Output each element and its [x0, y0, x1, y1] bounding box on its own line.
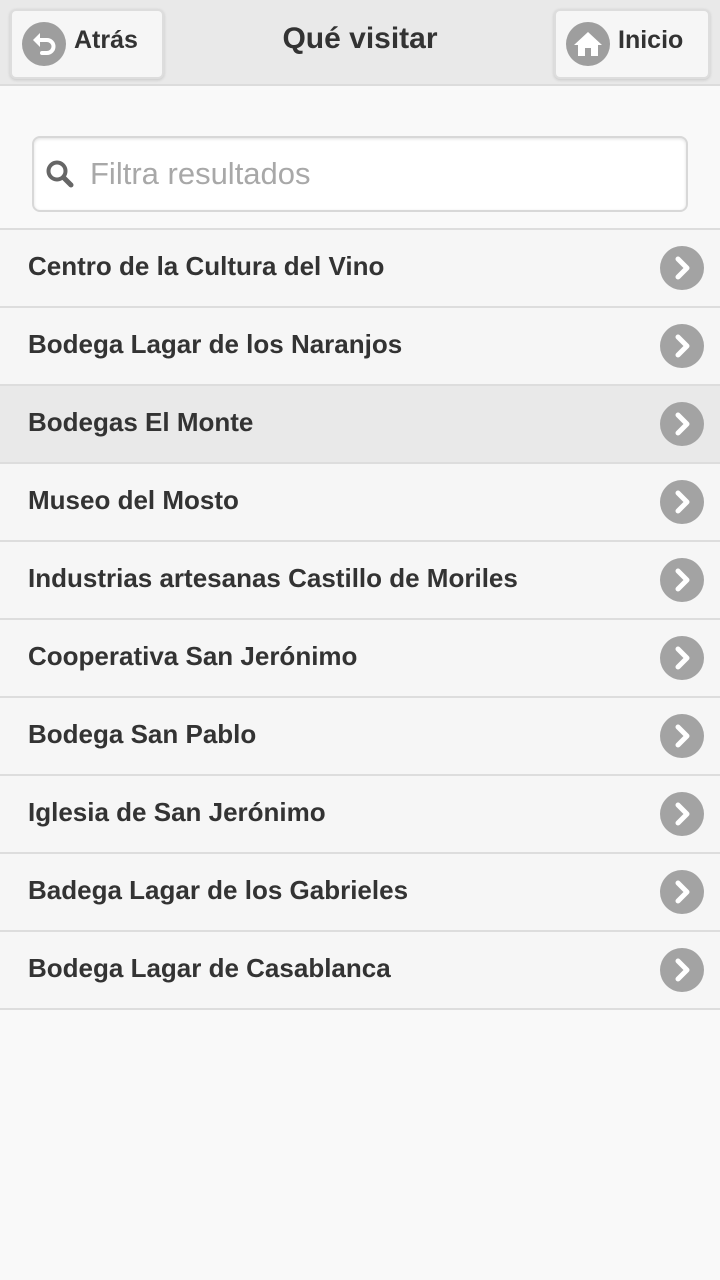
list-item-label: Cooperativa San Jerónimo: [28, 641, 358, 671]
chevron-right-icon: [660, 480, 704, 524]
list-item[interactable]: Bodegas El Monte: [0, 386, 720, 464]
list-item[interactable]: Iglesia de San Jerónimo: [0, 776, 720, 854]
list-item[interactable]: Cooperativa San Jerónimo: [0, 620, 720, 698]
chevron-right-icon: [660, 246, 704, 290]
list-item-label: Museo del Mosto: [28, 485, 239, 515]
list-item[interactable]: Bodega Lagar de los Naranjos: [0, 308, 720, 386]
home-button[interactable]: Inicio: [554, 9, 710, 79]
list-item[interactable]: Bodega San Pablo: [0, 698, 720, 776]
search-box[interactable]: [32, 136, 688, 212]
list-item-label: Centro de la Cultura del Vino: [28, 251, 385, 281]
list-item-label: Badega Lagar de los Gabrieles: [28, 875, 409, 905]
list-item-label: Bodega Lagar de Casablanca: [28, 953, 391, 983]
chevron-right-icon: [660, 558, 704, 602]
home-button-label: Inicio: [618, 25, 684, 54]
chevron-right-icon: [660, 324, 704, 368]
list-item-label: Industrias artesanas Castillo de Moriles: [28, 563, 518, 593]
list-item[interactable]: Industrias artesanas Castillo de Moriles: [0, 542, 720, 620]
list-item[interactable]: Museo del Mosto: [0, 464, 720, 542]
search-icon: [44, 158, 76, 190]
list-item-label: Bodegas El Monte: [28, 407, 254, 437]
chevron-right-icon: [660, 714, 704, 758]
back-button[interactable]: Atrás: [10, 9, 164, 79]
list-item[interactable]: Bodega Lagar de Casablanca: [0, 932, 720, 1010]
home-icon: [566, 22, 610, 66]
back-button-label: Atrás: [74, 25, 138, 54]
places-list: Centro de la Cultura del Vino Bodega Laga…: [0, 228, 720, 1010]
chevron-right-icon: [660, 792, 704, 836]
chevron-right-icon: [660, 948, 704, 992]
search-input[interactable]: [90, 148, 670, 200]
header-bar: Atrás Qué visitar Inicio: [0, 0, 720, 86]
list-item-label: Iglesia de San Jerónimo: [28, 797, 326, 827]
list-item-label: Bodega Lagar de los Naranjos: [28, 329, 403, 359]
list-item-label: Bodega San Pablo: [28, 719, 257, 749]
undo-arrow-icon: [22, 22, 66, 66]
list-item[interactable]: Badega Lagar de los Gabrieles: [0, 854, 720, 932]
list-item[interactable]: Centro de la Cultura del Vino: [0, 230, 720, 308]
page-title: Qué visitar: [282, 22, 438, 55]
chevron-right-icon: [660, 870, 704, 914]
chevron-right-icon: [660, 636, 704, 680]
chevron-right-icon: [660, 402, 704, 446]
